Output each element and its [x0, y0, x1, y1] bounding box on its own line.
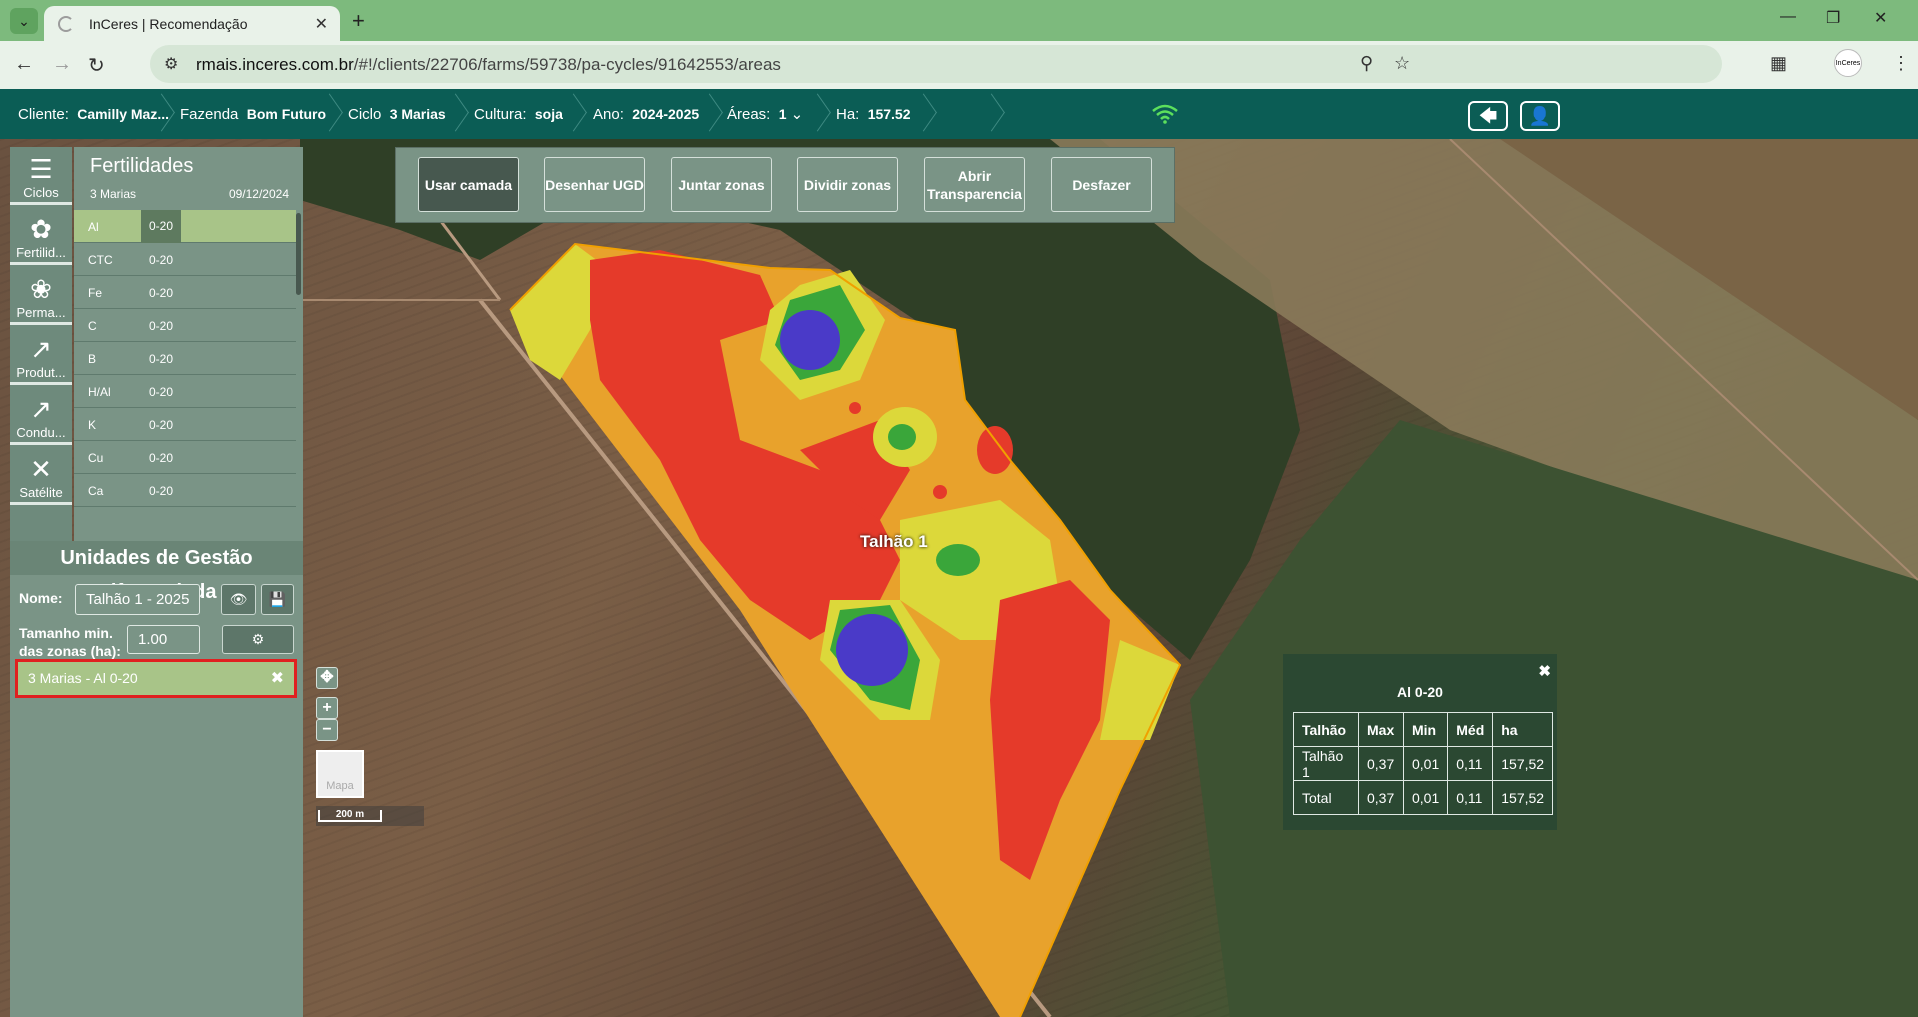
table-row: Talhão 1 0,37 0,01 0,11 157,52: [1293, 746, 1554, 781]
chevron-down-icon: ⌄: [790, 106, 804, 123]
list-item[interactable]: H/Al 0-20: [74, 375, 296, 408]
abrir-transparencia-button[interactable]: Abrir Transparencia: [924, 157, 1025, 212]
browser-tab[interactable]: InCeres | Recomendação ✕: [44, 6, 340, 41]
ugd-list-item[interactable]: 3 Marias - Al 0-20 ✖: [15, 659, 297, 698]
forward-icon[interactable]: →: [52, 53, 72, 76]
breadcrumb-fazenda[interactable]: Fazenda Bom Futuro: [180, 89, 326, 139]
restore-icon[interactable]: ❐: [1826, 8, 1840, 28]
pan-icon[interactable]: ✥: [316, 667, 338, 689]
breadcrumb-ha[interactable]: Ha: 157.52: [836, 89, 911, 139]
list-item[interactable]: Al 0-20: [74, 210, 296, 243]
eye-icon[interactable]: 👁: [221, 584, 256, 615]
scrollbar[interactable]: [296, 213, 301, 295]
wifi-icon: [1152, 104, 1178, 124]
tamanho-label: Tamanho min. das zonas (ha):: [19, 625, 121, 659]
legend-table: Talhão Max Min Méd ha Talhão 1 0,37 0,01 0,…: [1293, 712, 1554, 815]
close-window-icon[interactable]: ✕: [1874, 8, 1887, 28]
zoom-out-button[interactable]: −: [316, 719, 338, 741]
app-header: Cliente: Camilly Maz... Fazenda Bom Futu…: [0, 89, 1918, 139]
sidebar-item-condutividade[interactable]: ↗ Condu...: [10, 387, 72, 445]
sidebar-item-permanentes[interactable]: ❀ Perma...: [10, 267, 72, 325]
list-item[interactable]: Fe 0-20: [74, 276, 296, 309]
chart-line-icon: ↗: [30, 394, 52, 424]
back-icon[interactable]: ←: [14, 53, 34, 76]
dividir-zonas-button[interactable]: Dividir zonas: [797, 157, 898, 212]
table-header-row: Talhão Max Min Méd ha: [1293, 712, 1554, 747]
site-info-icon[interactable]: ⚙: [164, 54, 178, 74]
gears-icon[interactable]: ⚙: [222, 625, 294, 654]
zone-legend: ✖ Al 0-20 Talhão Max Min Méd ha Talhão 1…: [1283, 654, 1557, 830]
url-text[interactable]: rmais.inceres.com.br/#!/clients/22706/fa…: [196, 55, 781, 75]
list-item[interactable]: Cu 0-20: [74, 441, 296, 474]
list-item[interactable]: Ca 0-20: [74, 474, 296, 507]
table-row: Total 0,37 0,01 0,11 157,52: [1293, 780, 1554, 815]
breadcrumb-areas[interactable]: Áreas: 1 ⌄: [727, 89, 803, 139]
legend-title: Al 0-20: [1397, 684, 1443, 700]
field-label: Talhão 1: [860, 532, 928, 551]
breadcrumb-ano[interactable]: Ano: 2024-2025: [593, 89, 699, 139]
tab-title: InCeres | Recomendação: [89, 16, 248, 32]
reload-icon[interactable]: ↻: [88, 53, 105, 78]
desenhar-ugd-button[interactable]: Desenhar UGD: [544, 157, 645, 212]
close-tab-icon[interactable]: ✕: [315, 14, 328, 34]
list-item[interactable]: K 0-20: [74, 408, 296, 441]
chart-line-icon: ↗: [30, 334, 52, 364]
extensions-icon[interactable]: ▦: [1770, 53, 1787, 74]
zoom-in-button[interactable]: +: [316, 697, 338, 719]
tamanho-input[interactable]: [127, 625, 200, 654]
list-item[interactable]: C 0-20: [74, 309, 296, 342]
nome-input[interactable]: [75, 584, 200, 615]
panel-title: Fertilidades: [90, 155, 194, 177]
zone-toolbar: Usar camada Desenhar UGD Juntar zonas Di…: [395, 147, 1175, 223]
minimize-icon[interactable]: —: [1780, 8, 1796, 26]
usar-camada-button[interactable]: Usar camada: [418, 157, 519, 212]
bookmark-star-icon[interactable]: ☆: [1394, 53, 1410, 74]
tab-list-button[interactable]: ⌄: [10, 8, 38, 34]
scale-bar: 200 m: [316, 806, 424, 826]
close-icon[interactable]: ✖: [1538, 662, 1551, 680]
juntar-zonas-button[interactable]: Juntar zonas: [671, 157, 772, 212]
zoom-icon[interactable]: ⚲: [1360, 53, 1373, 74]
breadcrumb-cultura[interactable]: Cultura: soja: [474, 89, 563, 139]
list-item[interactable]: CTC 0-20: [74, 243, 296, 276]
ugd-panel: Unidades de Gestão Diferenciada Nome: 👁 …: [10, 541, 303, 1017]
nome-label: Nome:: [19, 590, 63, 606]
list-item[interactable]: B 0-20: [74, 342, 296, 375]
satellite-icon: ✕: [30, 454, 52, 484]
desfazer-button[interactable]: Desfazer: [1051, 157, 1152, 212]
loading-icon: [58, 16, 74, 32]
sidebar-item-fertilidades[interactable]: ✿ Fertilid...: [10, 207, 72, 265]
list-icon: ☰: [29, 154, 53, 184]
fertility-icon: ✿: [30, 214, 52, 244]
back-arrow-button[interactable]: 🡄: [1468, 101, 1508, 131]
analysis-date: 09/12/2024: [228, 187, 289, 201]
breadcrumb-ciclo[interactable]: Ciclo 3 Marias: [348, 89, 446, 139]
save-icon[interactable]: 💾: [261, 584, 294, 615]
cycle-name: 3 Marias: [90, 187, 137, 201]
remove-icon[interactable]: ✖: [271, 662, 284, 695]
address-bar-row: ← → ↻ ⚙ rmais.inceres.com.br/#!/clients/…: [0, 41, 1918, 89]
sidebar-item-ciclos[interactable]: ☰ Ciclos: [10, 147, 72, 205]
breadcrumb-cliente[interactable]: Cliente: Camilly Maz...: [18, 89, 169, 139]
sidebar-item-satelite[interactable]: ✕ Satélite: [10, 447, 72, 505]
ugd-title: Unidades de Gestão Diferenciada: [10, 541, 303, 603]
sidebar-item-produtividade[interactable]: ↗ Produt...: [10, 327, 72, 385]
new-tab-button[interactable]: +: [352, 8, 365, 34]
plants-icon: ❀: [30, 274, 52, 304]
profile-avatar[interactable]: InCeres: [1834, 49, 1862, 77]
url-bar[interactable]: ⚙ rmais.inceres.com.br/#!/clients/22706/…: [150, 45, 1722, 83]
menu-kebab-icon[interactable]: ⋮: [1892, 53, 1910, 74]
user-button[interactable]: 👤: [1520, 101, 1560, 131]
map-type-button[interactable]: Mapa: [316, 750, 364, 798]
browser-tab-bar: ⌄ InCeres | Recomendação ✕ + — ❐ ✕: [0, 0, 1918, 41]
